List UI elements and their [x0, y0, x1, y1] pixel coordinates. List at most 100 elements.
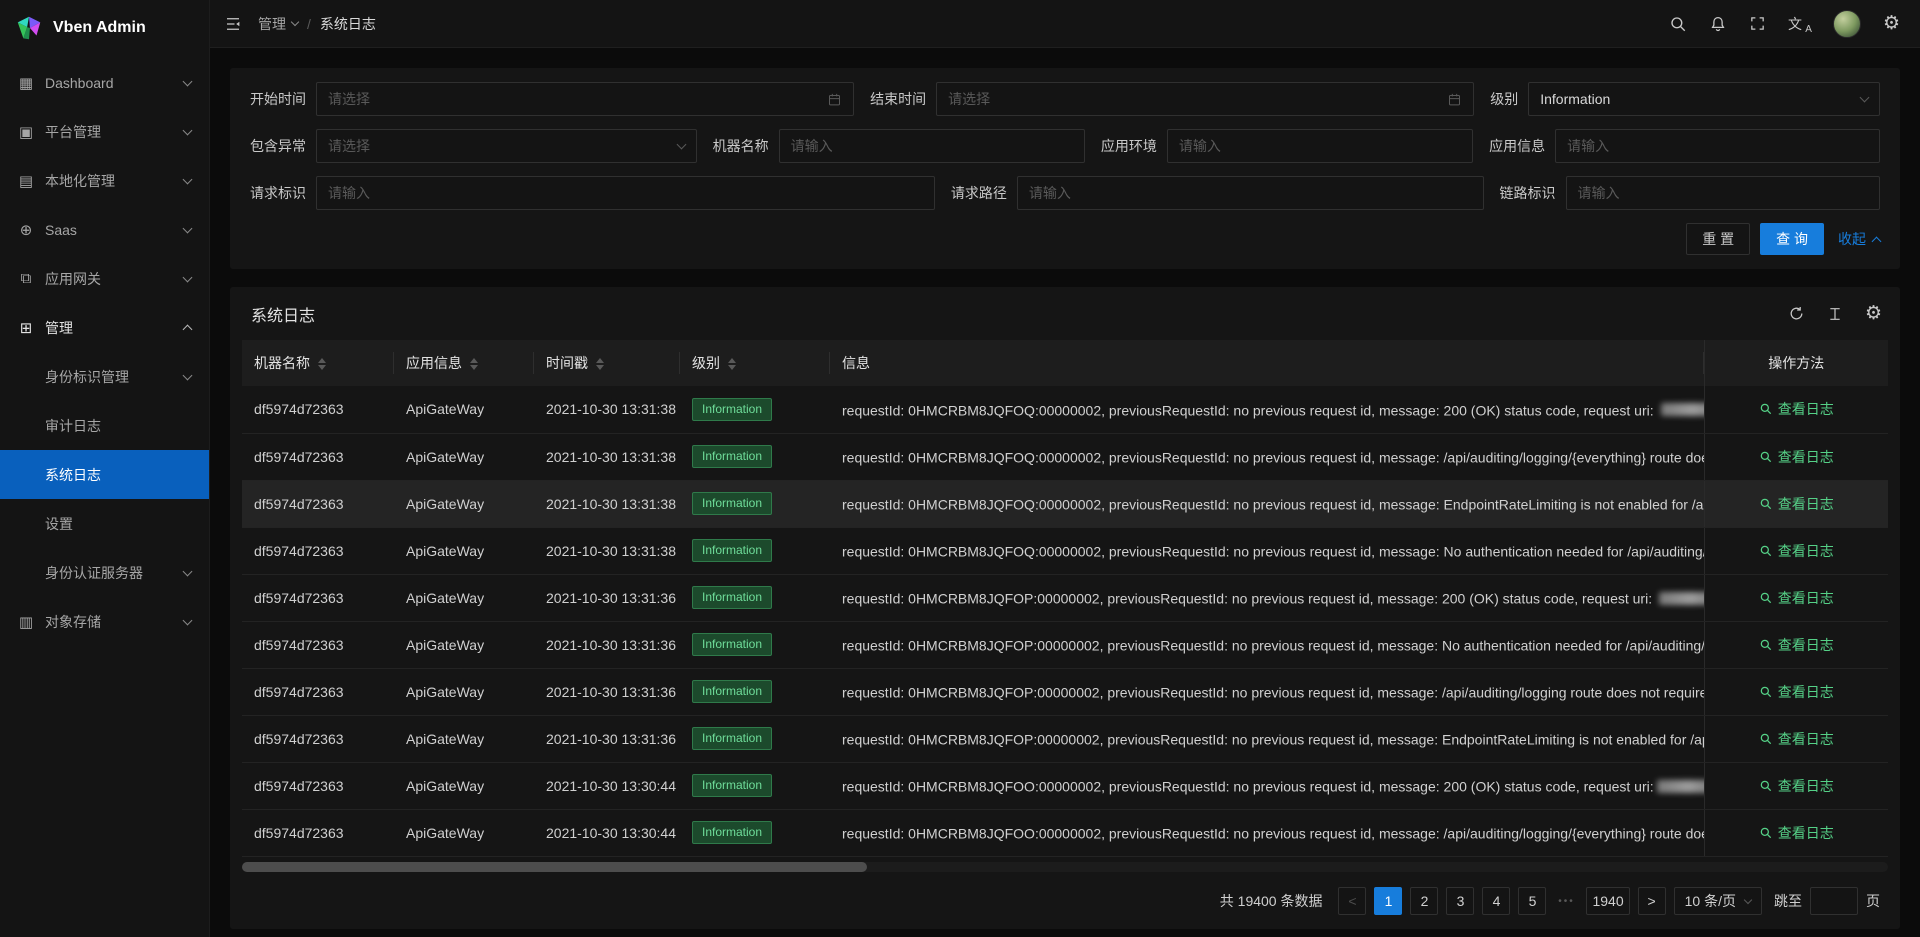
- page-button-3[interactable]: 3: [1446, 887, 1474, 915]
- view-log-link[interactable]: 查看日志: [1759, 541, 1834, 561]
- bell-icon[interactable]: [1709, 15, 1727, 33]
- column-header-machine[interactable]: 机器名称: [242, 340, 394, 386]
- prev-page-button[interactable]: <: [1338, 887, 1366, 915]
- sort-icon[interactable]: [318, 358, 326, 370]
- query-button[interactable]: 查 询: [1760, 223, 1824, 255]
- level-badge: Information: [692, 398, 772, 421]
- environment-input[interactable]: [1167, 129, 1473, 163]
- redacted-blur: [1657, 780, 1704, 793]
- page-button-2[interactable]: 2: [1410, 887, 1438, 915]
- level-label: 级别: [1490, 89, 1518, 109]
- has-exception-select[interactable]: 请选择: [316, 129, 697, 163]
- sidebar-item-platform[interactable]: ▣ 平台管理: [0, 107, 209, 156]
- menu-fold-icon[interactable]: [224, 15, 242, 33]
- request-path-label: 请求路径: [951, 183, 1007, 203]
- sidebar-item-manage[interactable]: ⊞ 管理: [0, 303, 209, 352]
- jump-label: 跳至: [1774, 891, 1802, 911]
- table-row[interactable]: df5974d72363 ApiGateWay 2021-10-30 13:31…: [242, 715, 1888, 762]
- page-button-5[interactable]: 5: [1518, 887, 1546, 915]
- app-title: Vben Admin: [53, 19, 146, 37]
- log-table-body: df5974d72363 ApiGateWay 2021-10-30 13:31…: [242, 386, 1888, 856]
- filter-machine-name: 机器名称: [713, 129, 1085, 163]
- end-time-label: 结束时间: [870, 89, 926, 109]
- vben-logo-icon: [14, 13, 44, 43]
- logo[interactable]: Vben Admin: [0, 0, 209, 56]
- app-info-input[interactable]: [1555, 129, 1880, 163]
- sidebar-item-saas[interactable]: ⊕ Saas: [0, 205, 209, 254]
- view-log-link[interactable]: 查看日志: [1759, 447, 1834, 467]
- table-row[interactable]: df5974d72363 ApiGateWay 2021-10-30 13:30…: [242, 762, 1888, 809]
- language-icon[interactable]: 文A: [1788, 17, 1811, 31]
- manage-icon: ⊞: [16, 319, 36, 337]
- reset-button[interactable]: 重 置: [1686, 223, 1750, 255]
- view-log-link[interactable]: 查看日志: [1759, 494, 1834, 514]
- sidebar-subitem[interactable]: 设置: [0, 499, 209, 548]
- sort-icon[interactable]: [728, 358, 736, 370]
- sidebar-item-storage[interactable]: ▥ 对象存储: [0, 597, 209, 646]
- fullscreen-icon[interactable]: [1749, 15, 1766, 32]
- column-header-app[interactable]: 应用信息: [394, 340, 534, 386]
- view-log-link[interactable]: 查看日志: [1759, 776, 1834, 796]
- start-time-datepicker[interactable]: 请选择: [316, 82, 854, 116]
- level-select[interactable]: Information: [1528, 82, 1880, 116]
- collapse-link[interactable]: 收起: [1838, 229, 1880, 249]
- table-row[interactable]: df5974d72363 ApiGateWay 2021-10-30 13:31…: [242, 433, 1888, 480]
- view-log-link[interactable]: 查看日志: [1759, 635, 1834, 655]
- table-row[interactable]: df5974d72363 ApiGateWay 2021-10-30 13:31…: [242, 668, 1888, 715]
- machine-name-input[interactable]: [779, 129, 1085, 163]
- sidebar-subitem[interactable]: 审计日志: [0, 401, 209, 450]
- magnifier-icon: [1759, 826, 1773, 840]
- search-icon[interactable]: [1669, 15, 1687, 33]
- saas-icon: ⊕: [16, 221, 36, 239]
- settings-gear-icon[interactable]: ⚙: [1883, 14, 1900, 33]
- request-id-input[interactable]: [316, 176, 935, 210]
- scrollbar-thumb[interactable]: [242, 862, 867, 872]
- jump-unit: 页: [1866, 891, 1880, 911]
- chevron-down-icon: [183, 370, 193, 380]
- chevron-down-icon: [183, 174, 193, 184]
- level-badge: Information: [692, 774, 772, 797]
- page-button-1[interactable]: 1: [1374, 887, 1402, 915]
- avatar[interactable]: [1833, 10, 1861, 38]
- table-row[interactable]: df5974d72363 ApiGateWay 2021-10-30 13:30…: [242, 809, 1888, 856]
- view-log-link[interactable]: 查看日志: [1759, 729, 1834, 749]
- end-time-datepicker[interactable]: 请选择: [936, 82, 1474, 116]
- redacted-blur: [1659, 592, 1704, 605]
- sidebar-subitem[interactable]: 系统日志: [0, 450, 209, 499]
- filter-request-path: 请求路径: [951, 176, 1484, 210]
- sidebar-item-gateway[interactable]: ⧉ 应用网关: [0, 254, 209, 303]
- table-row[interactable]: df5974d72363 ApiGateWay 2021-10-30 13:31…: [242, 480, 1888, 527]
- refresh-icon[interactable]: [1788, 305, 1805, 322]
- request-path-input[interactable]: [1017, 176, 1484, 210]
- view-log-link[interactable]: 查看日志: [1759, 682, 1834, 702]
- sidebar-subitem[interactable]: 身份标识管理: [0, 352, 209, 401]
- magnifier-icon: [1759, 591, 1773, 605]
- page-button-4[interactable]: 4: [1482, 887, 1510, 915]
- chevron-down-icon: [676, 139, 686, 149]
- table-row[interactable]: df5974d72363 ApiGateWay 2021-10-30 13:31…: [242, 574, 1888, 621]
- view-log-link[interactable]: 查看日志: [1759, 588, 1834, 608]
- view-log-link[interactable]: 查看日志: [1759, 399, 1834, 419]
- sort-icon[interactable]: [596, 358, 604, 370]
- column-header-timestamp[interactable]: 时间戳: [534, 340, 680, 386]
- sidebar-item-localization[interactable]: ▤ 本地化管理: [0, 156, 209, 205]
- column-settings-gear-icon[interactable]: ⚙: [1865, 304, 1882, 323]
- breadcrumb-root[interactable]: 管理: [258, 14, 298, 34]
- sidebar-subitem[interactable]: 身份认证服务器: [0, 548, 209, 597]
- view-log-link[interactable]: 查看日志: [1759, 823, 1834, 843]
- sort-icon[interactable]: [470, 358, 478, 370]
- page-size-select[interactable]: 10 条/页: [1674, 887, 1762, 915]
- page-button-1940[interactable]: 1940: [1586, 887, 1629, 915]
- app-root: Vben Admin ▦ Dashboard ▣ 平台管理 ▤ 本地化管理 ⊕ …: [0, 0, 1920, 937]
- table-row[interactable]: df5974d72363 ApiGateWay 2021-10-30 13:31…: [242, 386, 1888, 433]
- next-page-button[interactable]: >: [1638, 887, 1666, 915]
- localization-icon: ▤: [16, 172, 36, 190]
- redacted-blur: [1661, 403, 1704, 416]
- table-row[interactable]: df5974d72363 ApiGateWay 2021-10-30 13:31…: [242, 527, 1888, 574]
- column-header-level[interactable]: 级别: [680, 340, 830, 386]
- table-row[interactable]: df5974d72363 ApiGateWay 2021-10-30 13:31…: [242, 621, 1888, 668]
- trace-id-input[interactable]: [1566, 176, 1880, 210]
- sidebar-item-dashboard[interactable]: ▦ Dashboard: [0, 58, 209, 107]
- jump-page-input[interactable]: [1810, 887, 1858, 915]
- text-height-icon[interactable]: [1827, 306, 1843, 322]
